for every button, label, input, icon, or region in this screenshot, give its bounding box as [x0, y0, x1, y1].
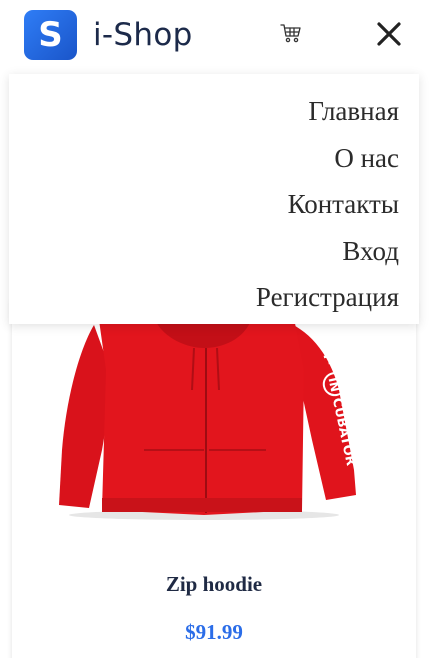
product-price: $91.99: [185, 620, 243, 644]
logo-badge: S: [24, 10, 77, 60]
logo-letter: S: [38, 15, 63, 55]
menu-item-home[interactable]: Главная: [9, 88, 399, 135]
menu-item-contacts[interactable]: Контакты: [9, 181, 399, 228]
menu-item-login[interactable]: Вход: [9, 228, 399, 275]
top-header: S i-Shop: [0, 0, 434, 70]
brand-name: i-Shop: [93, 17, 193, 53]
close-icon[interactable]: [375, 20, 403, 48]
cart-icon[interactable]: [279, 21, 303, 45]
brand-logo[interactable]: S i-Shop: [24, 10, 193, 60]
product-name[interactable]: Zip hoodie: [12, 572, 416, 597]
product-image[interactable]: IT· IN CUBATOR: [54, 310, 374, 520]
product-card[interactable]: IT· IN CUBATOR Zip hoodie $91.99: [12, 300, 416, 658]
menu-item-register[interactable]: Регистрация: [9, 274, 399, 321]
menu-item-about[interactable]: О нас: [9, 135, 399, 182]
dropdown-nav-menu: Главная О нас Контакты Вход Регистрация: [9, 74, 419, 324]
svg-text:IN: IN: [326, 376, 343, 393]
